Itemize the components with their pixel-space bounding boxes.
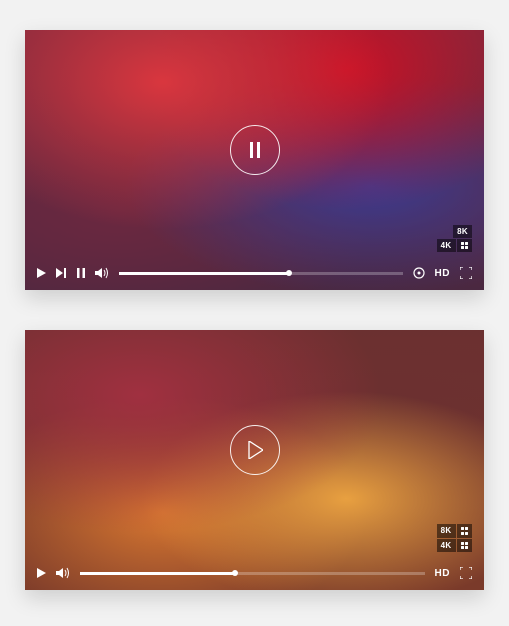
quality-badges: 8K 4K (437, 524, 472, 552)
grid-icon[interactable] (457, 524, 473, 538)
controls-bar: HD (25, 556, 484, 590)
fullscreen-icon (460, 567, 472, 579)
fullscreen-button[interactable] (460, 267, 472, 279)
volume-button[interactable] (56, 567, 70, 579)
grid-icon[interactable] (457, 239, 473, 253)
quality-badges: 8K 4K (437, 225, 472, 253)
fullscreen-icon (460, 267, 472, 279)
volume-button[interactable] (95, 267, 109, 279)
progress-bar[interactable] (80, 572, 425, 575)
controls-bar: HD (25, 256, 484, 290)
pause-icon (248, 142, 262, 158)
hd-label[interactable]: HD (435, 268, 450, 279)
settings-button[interactable] (413, 267, 425, 279)
play-button-small[interactable] (37, 568, 46, 578)
gear-icon (413, 267, 425, 279)
pause-button[interactable] (230, 125, 280, 175)
progress-fill (119, 272, 289, 275)
grid-icon[interactable] (457, 539, 473, 553)
quality-option[interactable]: 4K (437, 539, 456, 553)
next-button[interactable] (56, 268, 67, 278)
play-button[interactable] (37, 268, 46, 278)
progress-bar[interactable] (119, 272, 403, 275)
pause-button-small[interactable] (77, 268, 85, 278)
quality-option[interactable]: 8K (437, 524, 456, 538)
play-icon (37, 268, 46, 278)
progress-thumb[interactable] (286, 270, 292, 276)
video-player: 8K 4K HD (25, 330, 484, 590)
next-icon (56, 268, 67, 278)
volume-icon (56, 567, 70, 579)
play-button[interactable] (230, 425, 280, 475)
play-icon (37, 568, 46, 578)
video-player: 8K 4K (25, 30, 484, 290)
fullscreen-button[interactable] (460, 567, 472, 579)
quality-option[interactable]: 4K (437, 239, 456, 253)
pause-icon (77, 268, 85, 278)
volume-icon (95, 267, 109, 279)
hd-label[interactable]: HD (435, 568, 450, 579)
quality-option[interactable]: 8K (453, 225, 472, 238)
progress-fill (80, 572, 235, 575)
play-icon (247, 441, 263, 459)
progress-thumb[interactable] (232, 570, 238, 576)
